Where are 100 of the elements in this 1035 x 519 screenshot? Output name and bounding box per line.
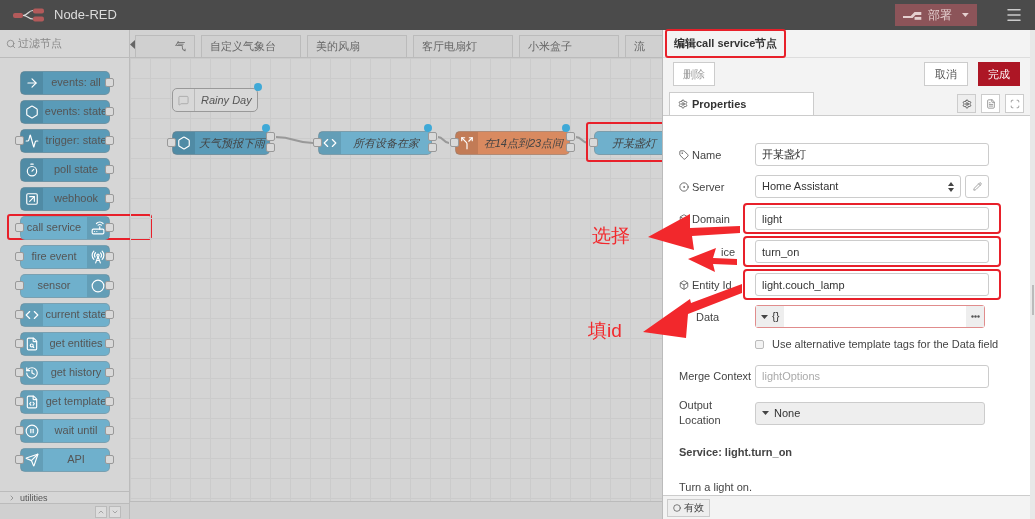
port[interactable]: [105, 426, 114, 435]
filter-field[interactable]: 过滤节点: [18, 35, 118, 52]
port[interactable]: [15, 223, 24, 232]
text-field[interactable]: lightOptions: [755, 364, 989, 388]
palette-node[interactable]: get entities: [20, 331, 110, 356]
palette-node[interactable]: get template: [20, 389, 110, 414]
node-label: current state: [44, 307, 108, 323]
delete-button[interactable]: 删除: [673, 62, 715, 86]
text-field[interactable]: 开某盏灯: [755, 143, 989, 166]
chevron-icon: [8, 493, 16, 502]
node-label: get template: [44, 394, 108, 410]
flow-tab[interactable]: 小米盒子: [519, 35, 619, 57]
port[interactable]: [15, 455, 24, 464]
port[interactable]: [15, 339, 24, 348]
data-field[interactable]: {}: [755, 305, 985, 329]
port[interactable]: [105, 252, 114, 261]
flow-node[interactable]: 天气预报下雨: [172, 131, 270, 155]
flow-node[interactable]: 开某盏灯: [594, 131, 662, 155]
link-icon: [25, 191, 39, 206]
node-label: get entities: [48, 336, 104, 352]
service-title: Service: light.turn_on: [679, 445, 794, 460]
appearance-button[interactable]: [1005, 94, 1024, 113]
port[interactable]: [15, 281, 24, 290]
port[interactable]: [105, 194, 114, 203]
palette-node[interactable]: poll state: [20, 157, 110, 182]
port[interactable]: [450, 138, 459, 147]
checkbox[interactable]: [755, 340, 764, 350]
type-selector[interactable]: {}: [756, 306, 785, 328]
annotation-text: 选择: [592, 224, 630, 248]
cancel-button[interactable]: 取消: [924, 62, 968, 86]
palette-node[interactable]: current state: [20, 302, 110, 327]
port[interactable]: [105, 339, 114, 348]
flow-tab[interactable]: 气: [135, 35, 195, 57]
port[interactable]: [15, 252, 24, 261]
port[interactable]: [105, 281, 114, 290]
settings-button[interactable]: [957, 94, 976, 113]
palette-node[interactable]: webhook: [20, 186, 110, 211]
palette-node[interactable]: wait until: [20, 418, 110, 443]
node-label: fire event: [30, 249, 78, 265]
port[interactable]: [105, 223, 114, 232]
port[interactable]: [105, 397, 114, 406]
port[interactable]: [15, 397, 24, 406]
field-label: Domain: [692, 211, 730, 226]
node-label: API: [66, 452, 86, 468]
palette-node[interactable]: sensor: [20, 273, 110, 298]
field-label: Entity Id: [692, 277, 732, 292]
text-field[interactable]: light: [755, 207, 989, 231]
output-select[interactable]: None: [755, 401, 985, 425]
file-code-icon: [25, 394, 39, 409]
flow-tab[interactable]: 流: [625, 35, 662, 57]
port[interactable]: [105, 455, 114, 464]
menu-icon[interactable]: [1005, 6, 1023, 24]
port[interactable]: [105, 78, 114, 87]
port[interactable]: [589, 138, 598, 147]
server-select[interactable]: Home Assistant: [755, 175, 961, 199]
port[interactable]: [105, 136, 114, 145]
app-title: Node-RED: [54, 6, 117, 25]
deploy-button[interactable]: 部署: [895, 4, 977, 26]
port[interactable]: [15, 426, 24, 435]
done-button[interactable]: 完成: [978, 62, 1020, 86]
enabled-toggle[interactable]: 有效: [667, 498, 710, 517]
wire: [438, 135, 449, 145]
stepper-icon: [948, 181, 954, 192]
port[interactable]: [15, 310, 24, 319]
flow-node[interactable]: 所有设备在家: [318, 131, 432, 155]
palette-node[interactable]: get history: [20, 360, 110, 385]
expand-editor-button[interactable]: [966, 306, 984, 328]
expand-button[interactable]: [109, 505, 121, 518]
text-field[interactable]: turn_on: [755, 240, 989, 264]
flow-tab[interactable]: 客厅电扇灯: [413, 35, 513, 57]
port[interactable]: [105, 310, 114, 319]
category-header[interactable]: utilities: [20, 492, 48, 503]
palette-node[interactable]: events: all: [20, 70, 110, 95]
field-label: Name: [692, 147, 722, 162]
collapse-button[interactable]: [95, 505, 107, 518]
port[interactable]: [313, 138, 322, 147]
port[interactable]: [105, 368, 114, 377]
circle-icon: [673, 503, 681, 512]
node-label: wait until: [53, 423, 99, 439]
flow-tab[interactable]: 美的风扇: [307, 35, 407, 57]
edit-button[interactable]: [965, 175, 989, 199]
port[interactable]: [167, 138, 176, 147]
palette-node[interactable]: API: [20, 447, 110, 472]
code-icon: [323, 136, 337, 150]
port[interactable]: [15, 136, 24, 145]
comment-node[interactable]: Rainy Day: [172, 88, 258, 112]
more-icon: [970, 315, 980, 319]
palette-node[interactable]: fire event: [20, 244, 110, 269]
scrollbar-thumb[interactable]: [1031, 285, 1034, 315]
properties-tab[interactable]: Properties: [669, 92, 814, 115]
text-field[interactable]: light.couch_lamp: [755, 273, 989, 297]
flow-node[interactable]: 在14点到23点间: [455, 131, 570, 155]
flow-tab[interactable]: 自定义气象台: [201, 35, 301, 57]
editor-title: 编辑call service节点: [665, 29, 787, 58]
port[interactable]: [105, 165, 114, 174]
port[interactable]: [105, 107, 114, 116]
port[interactable]: [15, 368, 24, 377]
send-icon: [25, 452, 39, 467]
description-button[interactable]: [981, 94, 1000, 113]
node-label: poll state: [53, 162, 99, 178]
